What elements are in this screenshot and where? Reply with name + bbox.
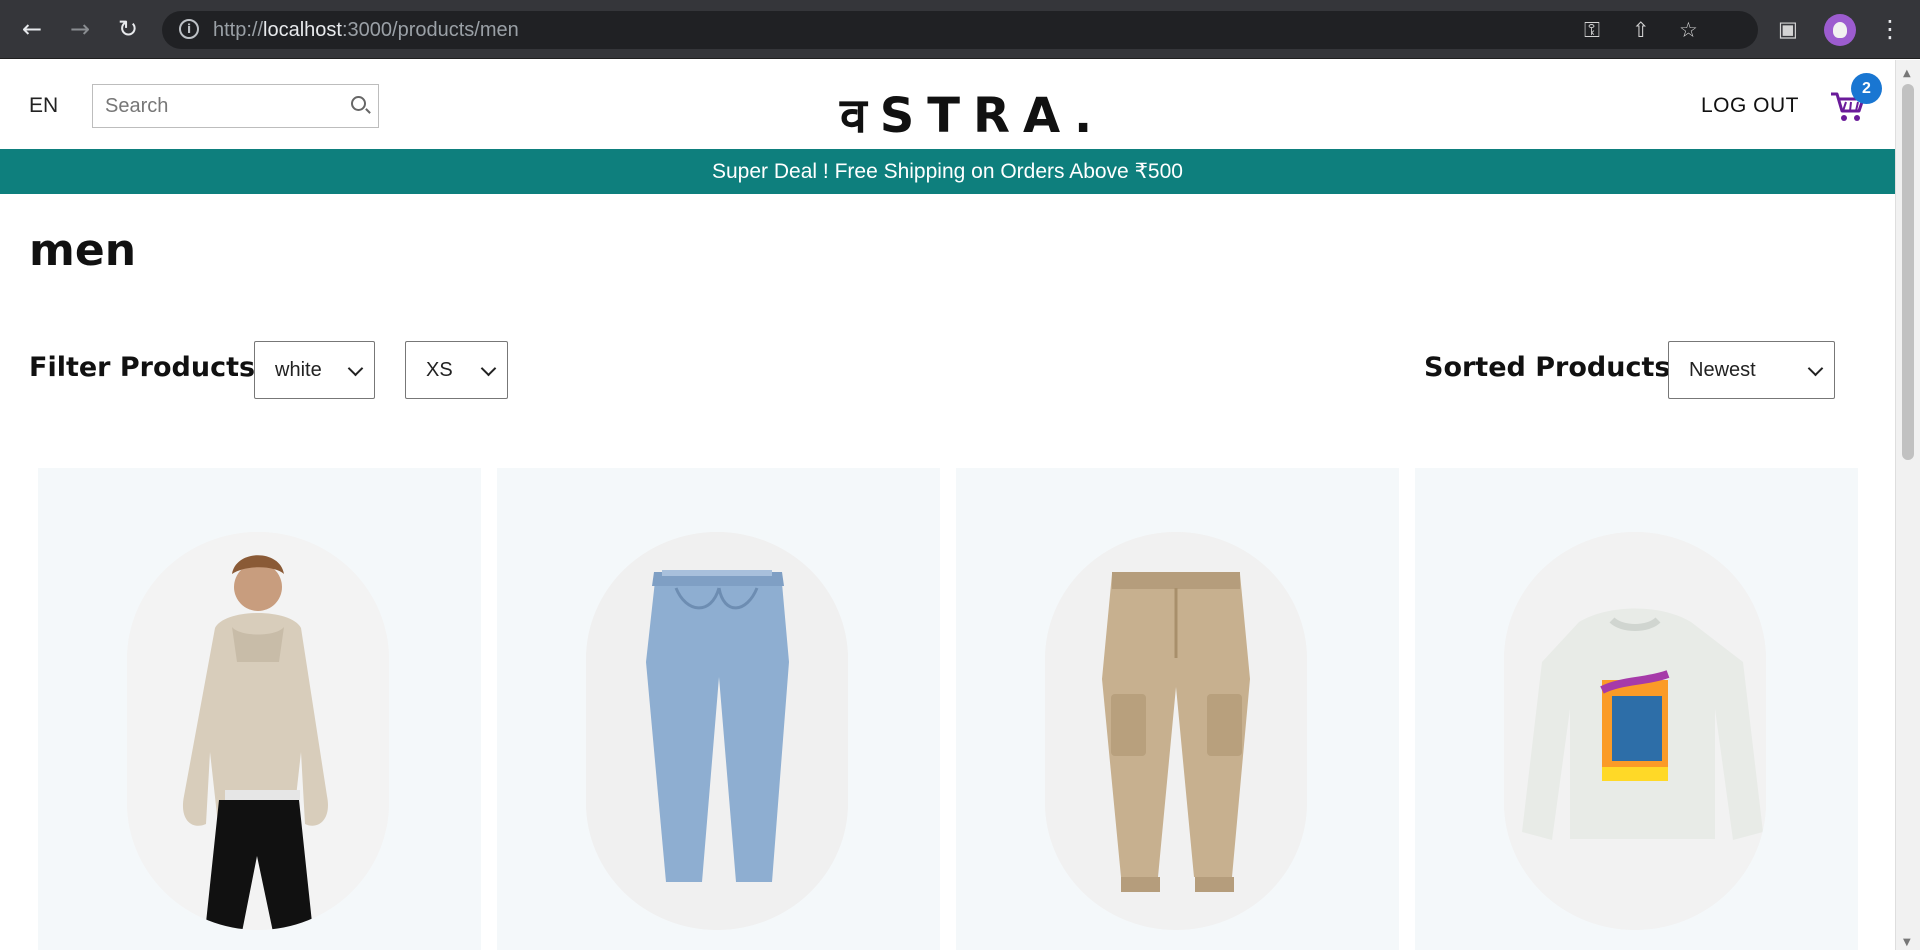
- scroll-down-icon[interactable]: ▼: [1903, 937, 1911, 948]
- color-filter-wrapper[interactable]: white: [254, 341, 375, 399]
- product-card[interactable]: [497, 468, 940, 950]
- product-card[interactable]: [38, 468, 481, 950]
- language-selector[interactable]: EN: [29, 94, 58, 118]
- browser-toolbar: ← → ↻ i http://localhost:3000/products/m…: [0, 0, 1920, 59]
- reload-icon[interactable]: ↻: [113, 14, 143, 44]
- scroll-up-icon[interactable]: ▲: [1903, 68, 1911, 79]
- blue-jeans-image[interactable]: [586, 532, 848, 930]
- scrollbar-thumb[interactable]: [1902, 84, 1914, 460]
- cargo-pants-image[interactable]: [1045, 532, 1307, 930]
- sort-wrapper[interactable]: Newest: [1668, 341, 1835, 399]
- back-icon[interactable]: ←: [17, 14, 47, 44]
- browser-menu-icon[interactable]: ⋮: [1878, 15, 1902, 43]
- share-icon[interactable]: ⇧: [1632, 18, 1650, 42]
- color-filter-select[interactable]: white: [254, 341, 375, 399]
- product-grid: [38, 468, 1858, 950]
- url-text[interactable]: http://localhost:3000/products/men: [213, 19, 519, 42]
- site-header: EN वSTRA. LOG OUT 2: [0, 59, 1895, 149]
- announcement-bar: Super Deal ! Free Shipping on Orders Abo…: [0, 149, 1895, 194]
- page-scrollbar[interactable]: ▲ ▼: [1895, 60, 1920, 950]
- sweatshirt-image[interactable]: [1504, 532, 1766, 930]
- page-content: EN वSTRA. LOG OUT 2 Super Deal ! Free Sh…: [0, 59, 1895, 950]
- sort-select[interactable]: Newest: [1668, 341, 1835, 399]
- info-icon[interactable]: i: [179, 19, 199, 39]
- size-filter-select[interactable]: XS: [405, 341, 508, 399]
- logout-link[interactable]: LOG OUT: [1701, 94, 1799, 118]
- profile-avatar[interactable]: [1824, 14, 1856, 46]
- sort-label: Sorted Products: [1424, 352, 1671, 383]
- cart-badge[interactable]: 2: [1851, 73, 1882, 104]
- product-card[interactable]: [956, 468, 1399, 950]
- filter-label: Filter Products:: [29, 352, 266, 383]
- address-bar[interactable]: i http://localhost:3000/products/men ⚿ ⇧…: [162, 11, 1758, 49]
- search-box[interactable]: [92, 84, 379, 128]
- forward-icon[interactable]: →: [65, 14, 95, 44]
- side-panel-icon[interactable]: ▣: [1778, 17, 1798, 41]
- star-icon[interactable]: ☆: [1679, 18, 1698, 42]
- search-input[interactable]: [105, 93, 335, 119]
- key-icon[interactable]: ⚿: [1584, 18, 1600, 42]
- site-logo[interactable]: वSTRA.: [840, 82, 1105, 147]
- size-filter-wrapper[interactable]: XS: [405, 341, 508, 399]
- search-icon[interactable]: [351, 96, 366, 111]
- page-title: men: [29, 225, 137, 276]
- product-card[interactable]: [1415, 468, 1858, 950]
- hoodie-model-image[interactable]: [127, 532, 389, 930]
